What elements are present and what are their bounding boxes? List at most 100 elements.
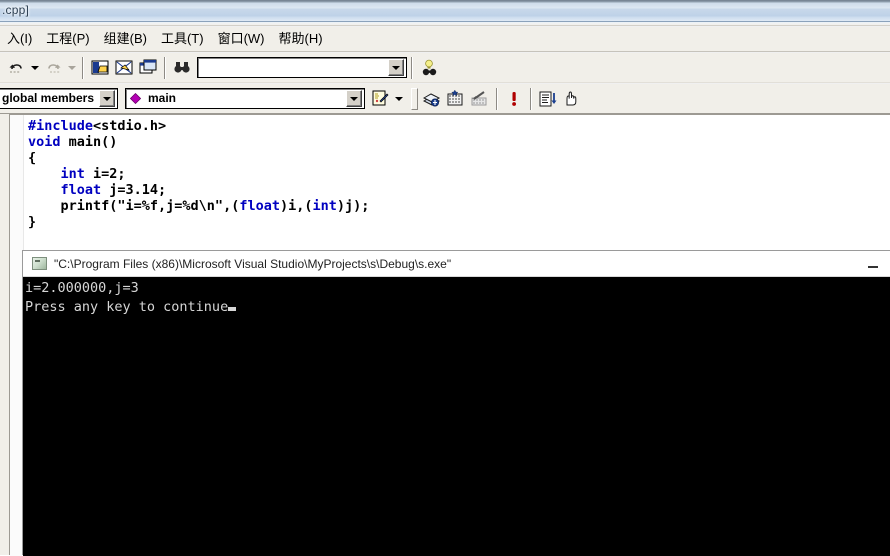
workspace-button[interactable] <box>88 56 112 79</box>
build-icon <box>447 89 463 105</box>
console-line-2: Press any key to continue <box>25 299 229 315</box>
code-text: main() <box>60 134 118 150</box>
code-line: int i=2; <box>28 166 369 182</box>
go-debug-button[interactable] <box>560 87 584 110</box>
console-titlebar[interactable]: "C:\Program Files (x86)\Microsoft Visual… <box>23 251 890 277</box>
code-keyword: float <box>60 182 102 198</box>
toolbar-separator <box>530 87 532 110</box>
vc6-ide-window: .cpp] 入(I) 工程(P) 组建(B) 工具(T) 窗口(W) 帮助(H) <box>0 0 890 556</box>
workspace-icon <box>91 60 108 75</box>
window-title: .cpp] <box>2 3 30 17</box>
redo-dropdown[interactable] <box>65 56 78 79</box>
find-in-files-icon <box>173 61 190 73</box>
wizardbar-action-button[interactable] <box>368 87 392 110</box>
window-list-icon <box>139 59 156 74</box>
compile-icon <box>422 92 441 106</box>
code-text: j=3.14; <box>101 182 167 198</box>
member-combo[interactable]: main <box>125 88 365 109</box>
code-text: )j); <box>336 198 370 214</box>
execute-program-button[interactable] <box>502 87 526 110</box>
insert-breakpoint-button[interactable] <box>536 87 560 110</box>
member-diamond-icon <box>130 93 141 104</box>
code-line: printf("i=%f,j=%d\n",(float)i,(int)j); <box>28 198 370 214</box>
scope-combo-value[interactable]: global members <box>0 89 99 108</box>
chevron-down-icon <box>394 96 403 101</box>
menu-window[interactable]: 窗口(W) <box>211 29 272 49</box>
output-window-icon <box>115 60 132 75</box>
menu-insert[interactable]: 入(I) <box>0 29 39 49</box>
find-button[interactable] <box>417 56 441 79</box>
code-line: { <box>28 150 369 166</box>
chevron-down-icon <box>30 65 39 70</box>
compile-button[interactable] <box>420 87 444 110</box>
menu-tools[interactable]: 工具(T) <box>154 29 211 49</box>
code-keyword: float <box>239 198 280 214</box>
code-text: )i,( <box>279 198 313 214</box>
menu-bar: 入(I) 工程(P) 组建(B) 工具(T) 窗口(W) 帮助(H) <box>0 27 890 52</box>
find-icon <box>422 59 436 75</box>
toolbar-separator <box>82 56 84 79</box>
undo-dropdown[interactable] <box>28 56 41 79</box>
chevron-down-icon <box>103 96 111 101</box>
code-line: float j=3.14; <box>28 182 369 198</box>
source-code-text[interactable]: #include<stdio.h> void main(){ int i=2; f… <box>28 118 369 230</box>
chevron-down-icon <box>350 96 358 101</box>
console-title-text: "C:\Program Files (x86)\Microsoft Visual… <box>54 256 452 271</box>
code-keyword: int <box>312 198 337 214</box>
undo-button[interactable] <box>4 56 28 79</box>
find-in-files-button[interactable] <box>170 56 194 79</box>
redo-icon <box>47 63 60 73</box>
menu-project[interactable]: 工程(P) <box>39 29 96 49</box>
code-text: printf("i=%f,j=%d\n",( <box>28 198 240 214</box>
wizardbar-toolbar: global members main <box>0 84 890 114</box>
console-cursor <box>228 307 237 311</box>
window-titlebar[interactable]: .cpp] <box>0 0 890 22</box>
code-text: i=2; <box>84 166 126 182</box>
wizardbar-action-icon <box>372 90 389 106</box>
code-text: { <box>28 150 37 166</box>
console-window[interactable]: "C:\Program Files (x86)\Microsoft Visual… <box>22 250 890 556</box>
output-window-button[interactable] <box>112 56 136 79</box>
minimize-icon <box>868 266 878 268</box>
code-line: #include<stdio.h> <box>28 118 369 134</box>
toolbar-separator <box>164 56 166 79</box>
chevron-down-icon <box>67 65 76 70</box>
standard-toolbar <box>0 53 890 83</box>
code-line: } <box>28 214 369 230</box>
member-combo-dropdown[interactable] <box>346 90 362 107</box>
menu-build[interactable]: 组建(B) <box>97 29 154 49</box>
toolbar-separator <box>411 56 413 79</box>
build-button[interactable] <box>444 87 468 110</box>
stop-build-button[interactable] <box>468 87 492 110</box>
redo-button[interactable] <box>41 56 65 79</box>
scope-combo-dropdown[interactable] <box>99 90 115 107</box>
console-minimize-button[interactable] <box>859 253 887 273</box>
wizardbar-action-dropdown[interactable] <box>392 87 405 110</box>
titlebar-underline <box>0 22 890 26</box>
member-combo-value[interactable]: main <box>145 89 346 108</box>
find-combo[interactable] <box>197 57 407 78</box>
go-debug-icon <box>566 90 577 105</box>
undo-icon <box>9 63 22 73</box>
console-output-area[interactable]: i=2.000000,j=3 Press any key to continue <box>23 277 890 556</box>
console-output-text: i=2.000000,j=3 Press any key to continue <box>23 277 890 317</box>
menu-help[interactable]: 帮助(H) <box>272 29 330 49</box>
code-text: <stdio.h> <box>93 118 167 134</box>
stop-build-icon <box>471 90 487 105</box>
console-line-1: i=2.000000,j=3 <box>25 280 139 296</box>
code-keyword: #include <box>28 118 94 134</box>
code-line: void main() <box>28 134 369 150</box>
window-list-button[interactable] <box>136 56 160 79</box>
insert-breakpoint-icon <box>539 91 557 106</box>
code-keyword: int <box>60 166 85 182</box>
chevron-down-icon <box>392 65 400 70</box>
scope-combo[interactable]: global members <box>0 88 118 109</box>
toolbar-grip[interactable] <box>411 87 418 110</box>
console-app-icon <box>32 257 47 270</box>
execute-program-icon <box>512 91 516 106</box>
code-text: } <box>28 214 37 230</box>
code-keyword: void <box>28 134 61 150</box>
find-combo-dropdown[interactable] <box>388 59 404 76</box>
